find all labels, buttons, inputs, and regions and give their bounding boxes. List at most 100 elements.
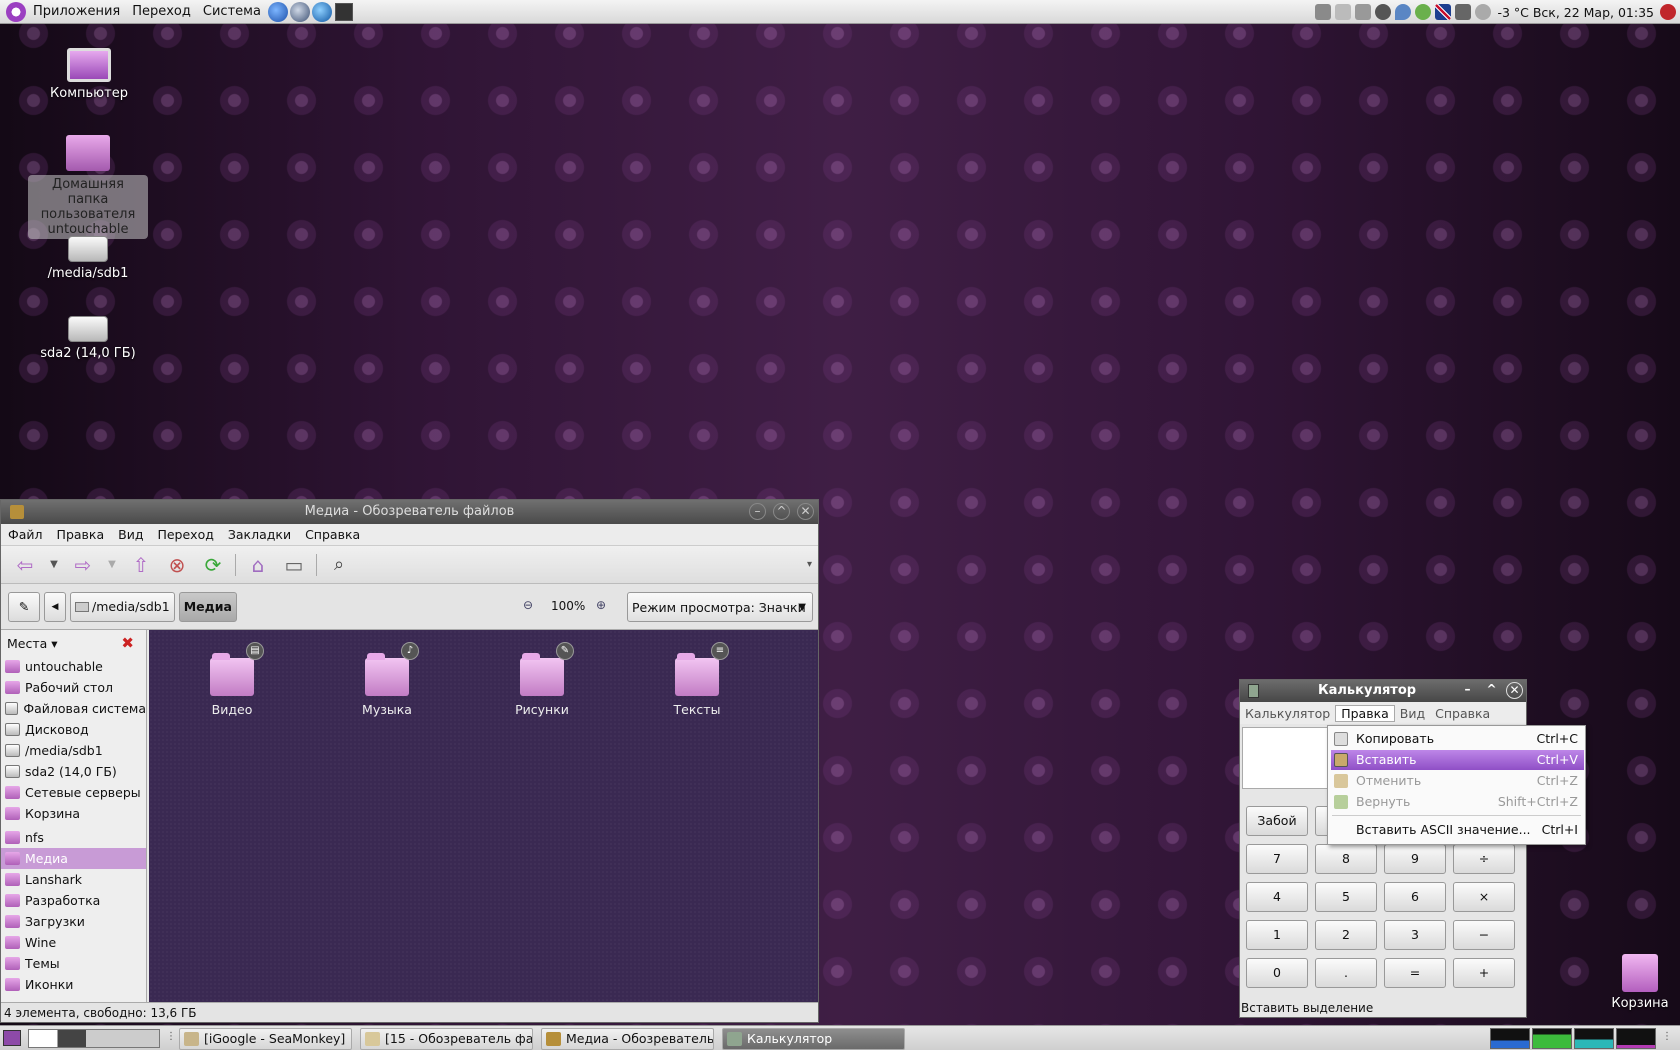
add-button[interactable]: + [1453, 958, 1515, 988]
menu-item-paste[interactable]: Вставить Ctrl+V [1331, 750, 1584, 770]
search-icon[interactable]: ⌕ [326, 552, 352, 578]
menu-item-insert-ascii[interactable]: Вставить ASCII значение... Ctrl+I [1331, 820, 1584, 840]
window-titlebar[interactable]: Медиа - Обозреватель файлов – ^ ✕ [1, 500, 818, 524]
menu-item-undo[interactable]: Отменить Ctrl+Z [1331, 771, 1584, 791]
path-button-media[interactable]: Медиа [178, 591, 237, 622]
multiply-button[interactable]: × [1453, 882, 1515, 912]
digit-7-button[interactable]: 7 [1246, 844, 1308, 874]
update-icon[interactable] [1415, 4, 1432, 20]
main-menu-icon[interactable] [6, 1, 26, 22]
taskbar-item-calculator[interactable]: Калькулятор [722, 1028, 905, 1050]
maximize-button[interactable]: ^ [1483, 682, 1500, 699]
digit-9-button[interactable]: 9 [1384, 844, 1446, 874]
sidebar-item-bookmark[interactable]: Загрузки [1, 911, 146, 932]
edit-location-button[interactable]: ✎ [8, 591, 40, 622]
power-icon[interactable] [1660, 4, 1676, 20]
system-menu[interactable]: Система [197, 4, 267, 19]
web-browser-launcher-icon[interactable] [311, 1, 332, 22]
path-button-sdb1[interactable]: /media/sdb1 [70, 591, 175, 622]
weather-icon[interactable] [1475, 4, 1492, 20]
menu-file[interactable]: Файл [1, 527, 50, 542]
digit-3-button[interactable]: 3 [1384, 920, 1446, 950]
folder-item[interactable]: ♪ Музыка [342, 642, 432, 717]
menu-calculator[interactable]: Калькулятор [1240, 706, 1335, 721]
digit-8-button[interactable]: 8 [1315, 844, 1377, 874]
sidebar-item-trash[interactable]: Корзина [1, 803, 146, 824]
digit-2-button[interactable]: 2 [1315, 920, 1377, 950]
menu-view[interactable]: Вид [1395, 706, 1430, 721]
forward-dropdown-icon[interactable]: ▼ [106, 552, 118, 578]
zoom-level[interactable]: 100% [551, 599, 585, 613]
zoom-in-icon[interactable]: ⊕ [596, 598, 606, 612]
network-monitor-graph[interactable] [1574, 1028, 1614, 1049]
workspace-switcher[interactable] [28, 1029, 160, 1048]
sidebar-item-bookmark[interactable]: Lanshark [1, 869, 146, 890]
volume-icon[interactable] [1455, 4, 1472, 20]
clock-weather[interactable]: -3 °C Вск, 22 Мар, 01:35 [1493, 5, 1658, 20]
sidebar-item-bookmark[interactable]: Медиа [1, 848, 146, 869]
sidebar-item-desktop[interactable]: Рабочий стол [1, 677, 146, 698]
show-desktop-icon[interactable] [3, 1030, 21, 1046]
sidebar-item-bookmark[interactable]: Темы [1, 953, 146, 974]
close-button[interactable]: ✕ [797, 503, 814, 520]
desktop-icon-home[interactable]: Домашняя папка пользователя untouchable [28, 135, 148, 239]
divide-button[interactable]: ÷ [1453, 844, 1515, 874]
sidebar-item-bookmark[interactable]: Разработка [1, 890, 146, 911]
path-scroll-left-button[interactable]: ◀ [44, 591, 66, 622]
email-launcher-icon[interactable] [289, 1, 310, 22]
back-dropdown-icon[interactable]: ▼ [48, 552, 60, 578]
sidebar-item-filesystem[interactable]: Файловая система [1, 698, 146, 719]
toolbar-overflow-icon[interactable]: ▾ [807, 559, 812, 570]
places-menu[interactable]: Переход [126, 4, 197, 19]
up-arrow-icon[interactable]: ⇧ [128, 552, 154, 578]
applications-menu[interactable]: Приложения [27, 4, 126, 19]
digit-0-button[interactable]: 0 [1246, 958, 1308, 988]
menu-bookmarks[interactable]: Закладки [221, 527, 298, 542]
drop-icon[interactable] [1395, 4, 1412, 20]
equals-button[interactable]: = [1384, 958, 1446, 988]
close-button[interactable]: ✕ [1506, 682, 1523, 699]
backspace-button[interactable]: Забой [1246, 806, 1308, 836]
cpu-monitor-graph[interactable] [1490, 1028, 1530, 1049]
sidebar-item-sdb1[interactable]: /media/sdb1 [1, 740, 146, 761]
keyboard-layout-flag-icon[interactable] [1435, 4, 1452, 20]
sidebar-item-floppy[interactable]: Дисковод [1, 719, 146, 740]
sidebar-type-select[interactable]: Места ▾ [7, 636, 58, 651]
decimal-point-button[interactable]: . [1315, 958, 1377, 988]
taskbar-item-seamonkey[interactable]: [iGoogle - SeaMonkey] [179, 1028, 352, 1050]
zoom-out-icon[interactable]: ⊖ [523, 598, 533, 612]
folder-item[interactable]: ✎ Рисунки [497, 642, 587, 717]
screenshot-icon[interactable] [1315, 4, 1332, 20]
sidebar-item-bookmark[interactable]: Wine [1, 932, 146, 953]
menu-view[interactable]: Вид [111, 527, 150, 542]
desktop-icon-sdb1[interactable]: /media/sdb1 [28, 236, 148, 281]
menu-edit[interactable]: Правка [50, 527, 112, 542]
reload-icon[interactable]: ⟳ [200, 552, 226, 578]
folder-item[interactable]: ≡ Тексты [652, 642, 742, 717]
view-mode-select[interactable]: Режим просмотра: Значки ▼ [627, 592, 813, 622]
mail-notifier-icon[interactable] [1375, 4, 1392, 20]
home-icon[interactable]: ⌂ [245, 552, 271, 578]
sidebar-item-bookmark[interactable]: nfs [1, 827, 146, 848]
seamonkey-launcher-icon[interactable] [267, 1, 288, 22]
subtract-button[interactable]: − [1453, 920, 1515, 950]
digit-6-button[interactable]: 6 [1384, 882, 1446, 912]
digit-1-button[interactable]: 1 [1246, 920, 1308, 950]
close-sidebar-icon[interactable]: ✖ [121, 634, 134, 652]
computer-icon[interactable]: ▭ [281, 552, 307, 578]
file-view[interactable]: ▤ Видео ♪ Музыка ✎ Рисунки ≡ Тексты [149, 630, 818, 1002]
minimize-button[interactable]: – [1459, 682, 1476, 699]
sidebar-item-network[interactable]: Сетевые серверы [1, 782, 146, 803]
menu-item-copy[interactable]: Копировать Ctrl+C [1331, 729, 1584, 749]
menu-help[interactable]: Справка [1430, 706, 1495, 721]
terminal-launcher-icon[interactable] [334, 2, 353, 21]
load-monitor-graph[interactable] [1616, 1028, 1656, 1049]
menu-go[interactable]: Переход [150, 527, 220, 542]
maximize-button[interactable]: ^ [773, 503, 790, 520]
memory-monitor-graph[interactable] [1532, 1028, 1572, 1049]
desktop-icon-sda2[interactable]: sda2 (14,0 ГБ) [28, 316, 148, 361]
forward-arrow-icon[interactable]: ⇨ [70, 552, 96, 578]
digit-4-button[interactable]: 4 [1246, 882, 1308, 912]
network-icon[interactable] [1355, 4, 1372, 20]
sidebar-item-home[interactable]: untouchable [1, 656, 146, 677]
